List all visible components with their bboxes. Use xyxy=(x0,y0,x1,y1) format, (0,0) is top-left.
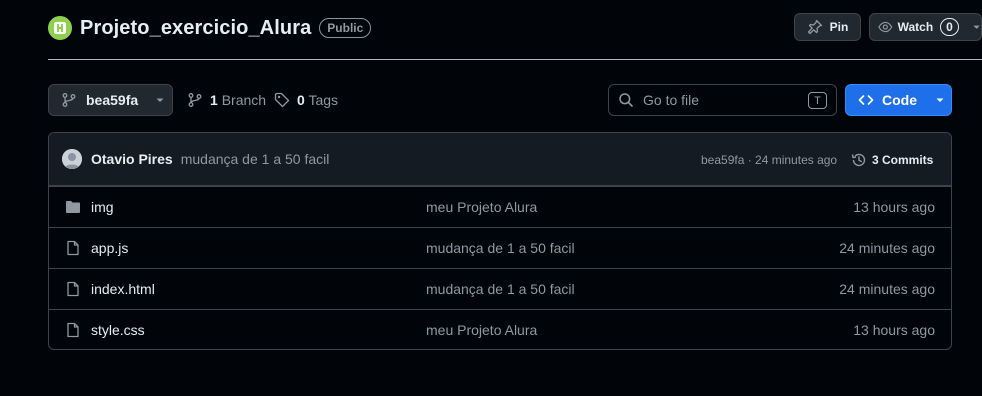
folder-icon xyxy=(66,201,80,213)
file-name[interactable]: index.html xyxy=(91,281,155,297)
eye-icon xyxy=(878,21,893,33)
avatar[interactable] xyxy=(62,149,82,169)
pin-label: Pin xyxy=(829,20,849,34)
code-button[interactable]: Code xyxy=(845,84,952,116)
visibility-badge: Public xyxy=(319,18,372,38)
watch-button[interactable]: Watch 0 xyxy=(869,13,982,41)
code-label: Code xyxy=(882,92,917,108)
search-input[interactable] xyxy=(643,92,793,108)
git-branch-icon xyxy=(62,93,76,107)
file-commit-message[interactable]: meu Projeto Alura xyxy=(426,199,537,215)
table-row[interactable]: style.css meu Projeto Alura 13 hours ago xyxy=(49,309,951,349)
tag-count: 0 xyxy=(297,92,305,108)
user-avatar-icon xyxy=(62,149,82,169)
pin-icon xyxy=(807,19,822,35)
chevron-down-icon xyxy=(156,98,164,102)
commit-message[interactable]: mudança de 1 a 50 facil xyxy=(181,151,330,167)
table-row[interactable]: app.js mudança de 1 a 50 facil 24 minute… xyxy=(49,227,951,268)
tag-icon xyxy=(274,92,290,108)
file-icon xyxy=(67,240,79,256)
owner-logo-icon xyxy=(54,22,66,34)
commit-author[interactable]: Otavio Pires xyxy=(91,151,173,167)
git-branch-icon xyxy=(188,93,202,107)
keyboard-shortcut-hint: T xyxy=(808,92,827,109)
repo-title[interactable]: Projeto_exercicio_Alura xyxy=(80,17,311,40)
commits-count-label: 3 Commits xyxy=(872,152,934,167)
pin-button[interactable]: Pin xyxy=(794,13,861,41)
tag-label: Tags xyxy=(308,92,339,108)
file-time: 24 minutes ago xyxy=(839,281,935,297)
file-icon xyxy=(67,281,79,297)
branch-count: 1 xyxy=(210,92,218,108)
commit-hash-time[interactable]: bea59fa · 24 minutes ago xyxy=(701,133,837,186)
tags-link[interactable]: 0 Tags xyxy=(274,92,338,108)
table-row[interactable]: img meu Projeto Alura 13 hours ago xyxy=(49,186,951,227)
table-row[interactable]: index.html mudança de 1 a 50 facil 24 mi… xyxy=(49,268,951,309)
file-name[interactable]: app.js xyxy=(91,240,128,256)
file-name[interactable]: style.css xyxy=(91,322,145,338)
search-icon xyxy=(619,93,633,107)
repo-header: Projeto_exercicio_Alura Public xyxy=(48,14,372,42)
file-time: 13 hours ago xyxy=(853,322,935,338)
file-commit-message[interactable]: meu Projeto Alura xyxy=(426,322,537,338)
file-commit-message[interactable]: mudança de 1 a 50 facil xyxy=(426,240,575,256)
file-commit-message[interactable]: mudança de 1 a 50 facil xyxy=(426,281,575,297)
go-to-file-search[interactable]: T xyxy=(608,84,837,116)
file-time: 13 hours ago xyxy=(853,199,935,215)
watch-count: 0 xyxy=(940,18,959,36)
branches-link[interactable]: 1 Branch xyxy=(187,92,266,108)
file-table: Otavio Pires mudança de 1 a 50 facil bea… xyxy=(48,132,952,350)
repo-owner-avatar[interactable] xyxy=(48,16,72,40)
chevron-down-icon xyxy=(936,98,944,102)
branch-select-button[interactable]: bea59fa xyxy=(48,84,173,116)
commits-history-link[interactable]: 3 Commits xyxy=(851,133,933,186)
file-name[interactable]: img xyxy=(91,199,114,215)
file-time: 24 minutes ago xyxy=(839,240,935,256)
chevron-down-icon xyxy=(973,25,980,29)
code-icon xyxy=(858,95,874,105)
branch-label: Branch xyxy=(221,92,267,108)
file-icon xyxy=(67,322,79,338)
header-divider xyxy=(48,59,982,60)
history-icon xyxy=(851,153,866,166)
watch-label: Watch xyxy=(897,20,934,34)
branch-name: bea59fa xyxy=(86,92,139,108)
latest-commit-bar: Otavio Pires mudança de 1 a 50 facil bea… xyxy=(49,133,951,186)
